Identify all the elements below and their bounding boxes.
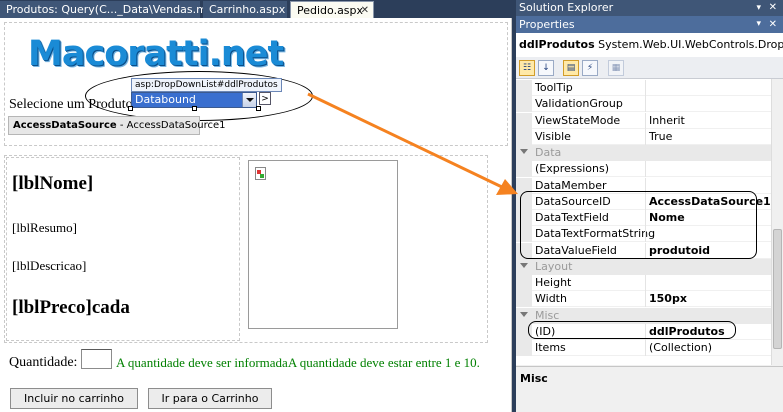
- tab-query[interactable]: Produtos: Query(C..._Data\Vendas.mdb): [0, 1, 225, 18]
- category-data[interactable]: Data: [516, 145, 771, 161]
- resize-handle-bm[interactable]: [192, 106, 197, 111]
- lbl-descricao: [lblDescricao]: [12, 258, 87, 273]
- property-name: Width: [535, 292, 567, 306]
- category-label: Data: [535, 146, 562, 159]
- solution-explorer-label: Solution Explorer: [519, 1, 614, 14]
- solution-explorer-title[interactable]: Solution Explorer ▾ ✕: [516, 0, 783, 16]
- incluir-carrinho-button[interactable]: Incluir no carrinho: [10, 388, 138, 409]
- object-name: ddlProdutos: [519, 38, 595, 51]
- tab-pedido-label: Pedido.aspx: [297, 4, 364, 17]
- tab-query-label: Produtos: Query(C..._Data\Vendas.mdb): [6, 3, 226, 16]
- property-value[interactable]: Inherit: [645, 112, 685, 129]
- resize-handle-br[interactable]: [256, 106, 261, 111]
- property-value[interactable]: [645, 275, 649, 291]
- property-name: ViewStateMode: [535, 113, 621, 127]
- object-selector[interactable]: ddlProdutos System.Web.UI.WebControls.Dr…: [516, 33, 783, 57]
- categorized-icon[interactable]: ☷: [519, 60, 535, 76]
- properties-title[interactable]: Properties ▾ ✕: [516, 16, 783, 33]
- close-icon[interactable]: ✕: [769, 16, 777, 33]
- property-name: (Expressions): [535, 162, 610, 176]
- dropdown-value: Databound: [132, 93, 243, 107]
- property-value[interactable]: [645, 96, 649, 113]
- quantidade-label: Quantidade:: [9, 355, 78, 370]
- property-name: Visible: [535, 129, 571, 143]
- tab-pedido[interactable]: Pedido.aspx ✕: [290, 1, 374, 18]
- id-property-highlight: [528, 321, 736, 339]
- data-properties-highlight: [520, 191, 757, 259]
- row-gutter: [516, 291, 532, 308]
- ir-carrinho-button[interactable]: Ir para o Carrinho: [148, 388, 272, 409]
- quantidade-input[interactable]: [81, 349, 112, 369]
- lbl-preco: [lblPreco]cada: [12, 297, 130, 318]
- property-value[interactable]: [645, 80, 649, 96]
- row-gutter: [516, 340, 532, 356]
- document-tab-bar: Produtos: Query(C..._Data\Vendas.mdb) Ca…: [0, 0, 512, 18]
- smart-tag-button[interactable]: >: [259, 92, 271, 105]
- close-tab-icon[interactable]: ✕: [361, 2, 369, 19]
- properties-icon[interactable]: ▤: [563, 60, 579, 76]
- collapse-icon[interactable]: [520, 311, 528, 317]
- tab-carrinho-label: Carrinho.aspx: [209, 3, 286, 16]
- properties-label: Properties: [519, 18, 575, 31]
- property-row[interactable]: Height: [516, 275, 771, 291]
- property-name: ValidationGroup: [535, 97, 623, 111]
- chevron-down-icon[interactable]: [242, 93, 256, 107]
- property-value[interactable]: 150px: [645, 291, 687, 308]
- property-pages-icon[interactable]: ▦: [608, 60, 624, 76]
- property-row[interactable]: Items (Collection): [516, 340, 771, 356]
- property-grid-scrollbar[interactable]: [771, 79, 783, 365]
- select-product-label: Selecione um Produto:: [9, 97, 137, 112]
- tab-carrinho[interactable]: Carrinho.aspx: [203, 1, 287, 18]
- lbl-nome: [lblNome]: [12, 173, 94, 194]
- validation-message: A quantidade deve ser informadaA quantid…: [116, 355, 480, 370]
- object-type: System.Web.UI.WebControls.DropDownLis: [598, 38, 783, 51]
- orange-arrow: [307, 92, 518, 195]
- access-data-source[interactable]: AccessDataSource - AccessDataSource1: [8, 116, 226, 135]
- property-value[interactable]: (Collection): [645, 340, 712, 356]
- macoratti-logo: Macoratti.net: [28, 34, 284, 74]
- properties-toolbar: ☷ ↓ ▤ ⚡ ▦: [516, 57, 783, 79]
- property-name: Items: [535, 341, 566, 354]
- category-label: Layout: [535, 259, 573, 273]
- property-value[interactable]: [645, 161, 649, 178]
- property-name: ToolTip: [535, 81, 573, 94]
- datasource-type: AccessDataSource: [13, 120, 117, 131]
- ddl-tag-label: asp:DropDownList#ddlProdutos: [131, 78, 282, 92]
- property-row[interactable]: ValidationGroup: [516, 96, 771, 113]
- property-row[interactable]: ViewStateMode Inherit: [516, 112, 771, 129]
- property-row[interactable]: Visible True: [516, 128, 771, 145]
- broken-image-icon: [255, 167, 266, 180]
- property-row[interactable]: (Expressions): [516, 161, 771, 178]
- events-icon[interactable]: ⚡: [582, 60, 598, 76]
- pin-icon[interactable]: ▾: [756, 16, 761, 33]
- description-title: Misc: [520, 372, 548, 385]
- pin-icon[interactable]: ▾: [756, 0, 761, 16]
- lbl-resumo: [lblResumo]: [12, 220, 77, 235]
- close-icon[interactable]: ✕: [769, 0, 777, 16]
- alphabetical-icon[interactable]: ↓: [538, 60, 554, 76]
- property-description: Misc: [516, 366, 783, 412]
- resize-handle-bl[interactable]: [128, 106, 133, 111]
- category-layout[interactable]: Layout: [516, 258, 771, 275]
- property-row[interactable]: ToolTip: [516, 80, 771, 96]
- property-row[interactable]: Width 150px: [516, 291, 771, 308]
- row-gutter: [516, 275, 532, 291]
- datasource-id: - AccessDataSource1: [116, 120, 226, 131]
- scrollbar-thumb[interactable]: [773, 229, 782, 349]
- collapse-icon[interactable]: [520, 262, 528, 268]
- property-value[interactable]: True: [645, 128, 672, 145]
- property-name: Height: [535, 276, 572, 289]
